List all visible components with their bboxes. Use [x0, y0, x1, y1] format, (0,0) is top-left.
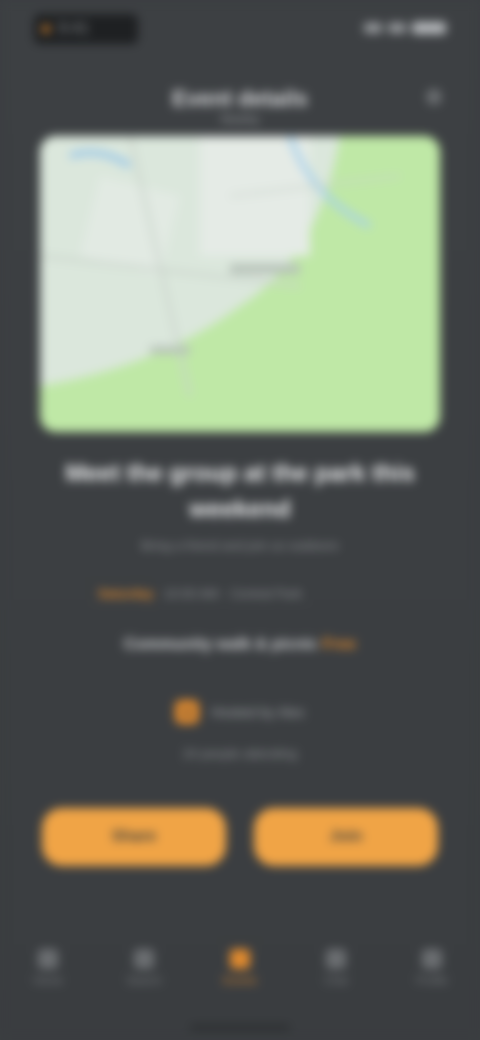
nav-label: Search [126, 975, 162, 987]
event-summary-text: Community walk & picnic [123, 636, 318, 653]
attendee-count: 24 people attending [182, 746, 298, 761]
event-summary: Community walk & picnic Free [104, 636, 376, 654]
status-time: 9:41 [58, 20, 90, 37]
user-icon [422, 949, 442, 969]
host-icon: ★ [175, 700, 200, 724]
map-card[interactable] [40, 136, 440, 432]
nav-item-chat[interactable]: Chat [306, 938, 366, 998]
battery-icon [412, 22, 446, 34]
status-time-pill: 9:41 [34, 14, 138, 44]
organizer-row[interactable]: ★ Hosted by Alex [0, 700, 480, 724]
wifi-icon [388, 23, 406, 33]
status-icons [364, 22, 446, 34]
home-icon [38, 949, 58, 969]
nav-label: Profile [416, 975, 448, 987]
nav-item-search[interactable]: Search [114, 938, 174, 998]
share-button[interactable]: Share [42, 808, 226, 866]
page-subtitle: Nearby [220, 112, 260, 126]
app-screen: 9:41 Event details Nearby ⚙ Meet the gro… [0, 0, 480, 1040]
page-title: Event details [172, 86, 308, 111]
location-dot-icon [42, 25, 50, 33]
bottom-nav: Home Search Events Chat Profile [0, 928, 480, 1008]
join-button[interactable]: Join [254, 808, 438, 866]
map-image [40, 136, 440, 432]
chat-icon [326, 949, 346, 969]
home-indicator [190, 1025, 290, 1030]
search-icon [134, 949, 154, 969]
organizer-name: Hosted by Alex [211, 704, 305, 720]
event-title: Meet the group at the park this weekend [65, 460, 415, 523]
settings-icon[interactable]: ⚙ [422, 86, 446, 110]
nav-label: Events [223, 975, 257, 987]
event-tag: Saturday [98, 586, 154, 601]
nav-label: Chat [324, 975, 348, 987]
nav-label: Home [33, 975, 63, 987]
event-meta: Saturday 10:00 AM · Central Park [98, 586, 372, 601]
nav-item-home[interactable]: Home [18, 938, 78, 998]
nav-item-profile[interactable]: Profile [402, 938, 462, 998]
event-summary-accent: Free [322, 636, 357, 653]
calendar-icon [230, 949, 250, 969]
signal-icon [364, 23, 382, 33]
event-description: Bring a friend and join us outdoors [140, 538, 339, 553]
nav-item-events[interactable]: Events [210, 938, 270, 998]
status-bar: 9:41 [0, 0, 480, 56]
header: Event details Nearby ⚙ [0, 80, 480, 126]
event-meta-text: 10:00 AM · Central Park [163, 586, 303, 601]
